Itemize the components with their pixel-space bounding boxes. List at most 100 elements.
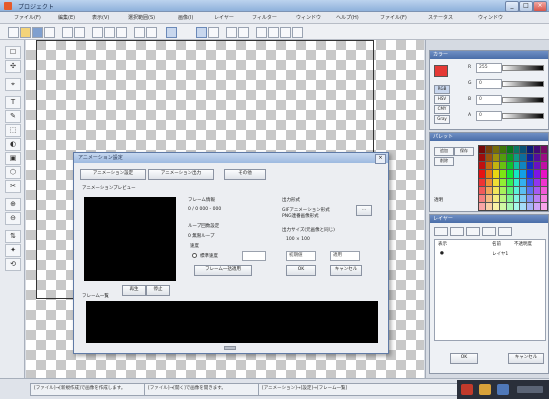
palette-swatch[interactable]: [520, 194, 527, 202]
copy-icon[interactable]: [104, 27, 115, 38]
open-icon[interactable]: [20, 27, 31, 38]
palette-swatch[interactable]: [499, 154, 506, 162]
palette-swatch[interactable]: [534, 170, 541, 178]
menu-layer[interactable]: レイヤー: [214, 14, 234, 21]
palette-swatch[interactable]: [534, 194, 541, 202]
layer-row-name[interactable]: レイヤ1: [492, 251, 508, 257]
palette-swatch[interactable]: [485, 202, 492, 210]
palette-save-button[interactable]: 保存: [454, 147, 474, 156]
layer-cancel-button[interactable]: キャンセル: [508, 353, 544, 364]
sparkle-tool-icon[interactable]: ✦: [5, 244, 21, 257]
rotate-tool-icon[interactable]: ⟲: [5, 258, 21, 271]
palette-swatch[interactable]: [541, 194, 547, 202]
palette-swatch[interactable]: [513, 146, 520, 154]
layer-down-icon[interactable]: [498, 227, 512, 236]
palette-swatch[interactable]: [520, 154, 527, 162]
palette-swatch[interactable]: [492, 186, 499, 194]
palette-swatch[interactable]: [499, 170, 506, 178]
palette-swatch[interactable]: [534, 154, 541, 162]
palette-swatch[interactable]: [506, 162, 513, 170]
palette-swatch[interactable]: [485, 162, 492, 170]
palette-add-button[interactable]: 追加: [434, 147, 454, 156]
minimize-button[interactable]: _: [505, 1, 519, 12]
menu-edit[interactable]: 編集(E): [58, 14, 75, 21]
palette-swatch[interactable]: [499, 162, 506, 170]
zoom-in-icon[interactable]: [134, 27, 145, 38]
dialog-close-button[interactable]: ×: [375, 154, 386, 164]
layer-ok-button[interactable]: OK: [450, 353, 478, 364]
mode-rgb-button[interactable]: RGB: [434, 85, 450, 94]
palette-swatch[interactable]: [479, 178, 485, 186]
palette-swatch[interactable]: [513, 202, 520, 210]
new-file-icon[interactable]: [8, 27, 19, 38]
palette-swatch[interactable]: [499, 178, 506, 186]
menu-image[interactable]: 画像(I): [178, 14, 193, 21]
speed-radio-icon[interactable]: [192, 253, 197, 258]
mode-hsv-button[interactable]: HSV: [434, 95, 450, 104]
start-icon[interactable]: [461, 384, 473, 395]
palette-swatch[interactable]: [527, 186, 534, 194]
menu-window-2[interactable]: ウィンドウ: [478, 14, 503, 21]
stop-button[interactable]: 停止: [146, 285, 170, 296]
palette-swatch[interactable]: [492, 146, 499, 154]
palette-swatch[interactable]: [534, 202, 541, 210]
palette-swatch[interactable]: [485, 178, 492, 186]
channel-r-value[interactable]: 255: [476, 63, 502, 73]
palette-swatch[interactable]: [485, 170, 492, 178]
marquee-tool-icon[interactable]: ⬚: [5, 124, 21, 137]
channel-g-value[interactable]: 0: [476, 79, 502, 89]
taskbar-app-icon-2[interactable]: [497, 384, 509, 395]
palette-swatch[interactable]: [527, 146, 534, 154]
palette-swatch[interactable]: [527, 194, 534, 202]
zoom-in-tool-icon[interactable]: ⊕: [5, 198, 21, 211]
palette-swatch[interactable]: [492, 154, 499, 162]
tab-animation-output[interactable]: アニメーション出力: [148, 169, 214, 180]
layer-list[interactable]: [434, 239, 546, 341]
palette-swatch[interactable]: [534, 178, 541, 186]
palette-swatch[interactable]: [527, 202, 534, 210]
rect-select-icon[interactable]: [196, 27, 207, 38]
palette-swatch[interactable]: [513, 162, 520, 170]
move-tool-icon[interactable]: ✣: [5, 60, 21, 73]
palette-swatch[interactable]: [479, 202, 485, 210]
palette-swatch[interactable]: [541, 162, 547, 170]
frame-timeline[interactable]: [86, 301, 378, 343]
palette-swatch[interactable]: [527, 154, 534, 162]
layer-up-icon[interactable]: [482, 227, 496, 236]
palette-swatch[interactable]: [534, 162, 541, 170]
palette-swatch[interactable]: [513, 178, 520, 186]
palette-swatch[interactable]: [520, 178, 527, 186]
menu-window[interactable]: ウィンドウ: [296, 14, 321, 21]
palette-swatch[interactable]: [506, 146, 513, 154]
palette-delete-button[interactable]: 削除: [434, 157, 454, 166]
palette-swatch[interactable]: [485, 186, 492, 194]
menu-filter[interactable]: フィルター: [252, 14, 277, 21]
palette-swatch[interactable]: [479, 162, 485, 170]
default-field[interactable]: 初期値: [286, 251, 316, 261]
palette-swatch[interactable]: [485, 154, 492, 162]
palette-swatch[interactable]: [506, 186, 513, 194]
palette-swatch[interactable]: [492, 194, 499, 202]
palette-swatch[interactable]: [520, 170, 527, 178]
settings-icon[interactable]: [292, 27, 303, 38]
channel-a-slider[interactable]: [502, 113, 544, 119]
tab-other[interactable]: その他: [224, 169, 266, 180]
palette-swatch[interactable]: [506, 170, 513, 178]
crop-icon[interactable]: [238, 27, 249, 38]
tray-icon[interactable]: [517, 386, 543, 393]
maximize-button[interactable]: □: [519, 1, 533, 12]
palette-swatch[interactable]: [541, 202, 547, 210]
channel-b-value[interactable]: 0: [476, 95, 502, 105]
palette-swatch[interactable]: [499, 202, 506, 210]
palette-swatch[interactable]: [541, 170, 547, 178]
palette-swatch[interactable]: [506, 154, 513, 162]
palette-swatch[interactable]: [513, 194, 520, 202]
menu-help[interactable]: ヘルプ(H): [336, 14, 359, 21]
palette-swatch[interactable]: [534, 186, 541, 194]
menu-status[interactable]: ステータス: [428, 14, 453, 21]
tab-animation-settings[interactable]: アニメーション設定: [80, 169, 146, 180]
dialog-ok-button[interactable]: OK: [286, 265, 316, 276]
palette-swatch[interactable]: [541, 154, 547, 162]
mode-gray-button[interactable]: Gray: [434, 115, 450, 124]
gradient-tool-icon[interactable]: ◐: [5, 138, 21, 151]
